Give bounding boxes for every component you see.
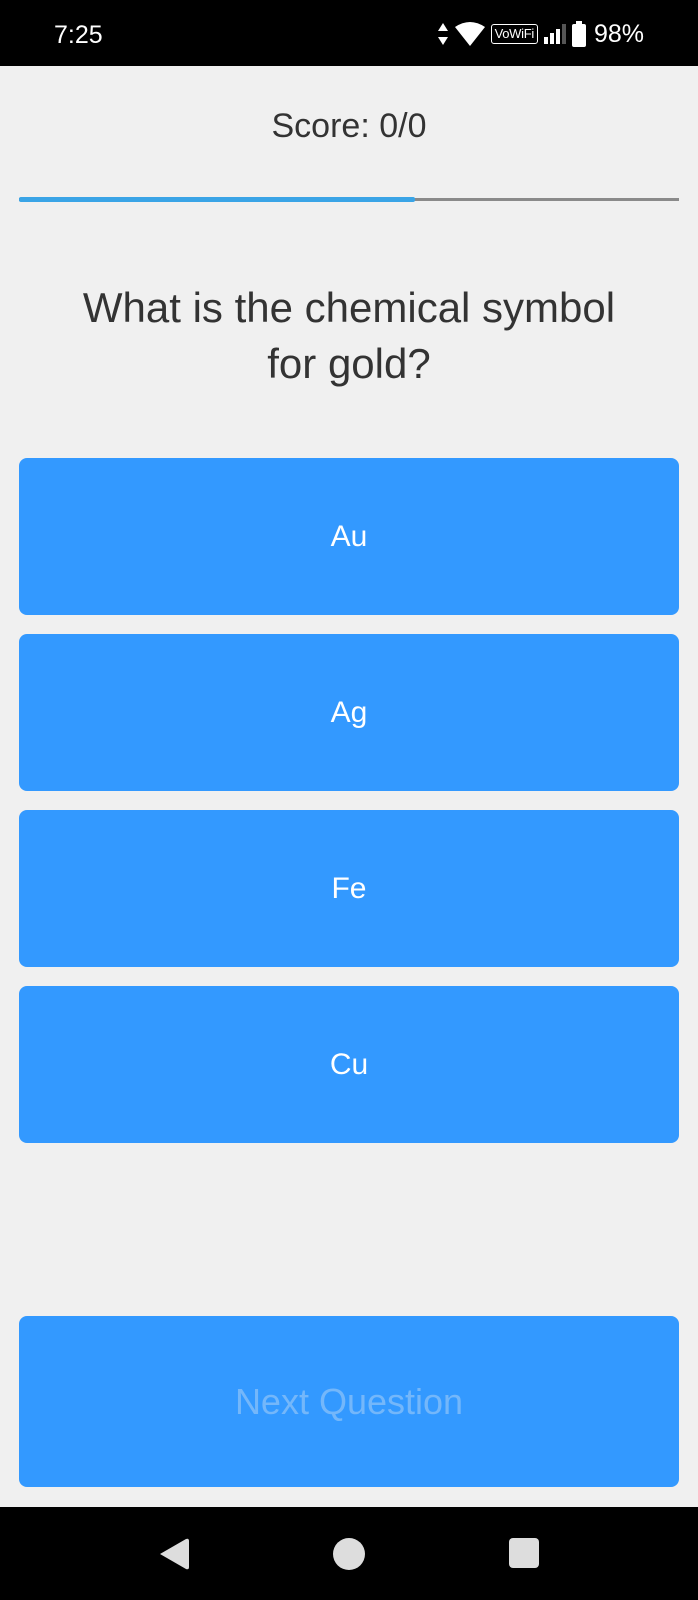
progress-bar <box>19 197 679 202</box>
answer-list: Au Ag Fe Cu <box>19 458 679 1162</box>
home-icon[interactable] <box>332 1537 366 1571</box>
answer-button-4[interactable]: Cu <box>19 986 679 1143</box>
next-question-button[interactable]: Next Question <box>19 1316 679 1487</box>
battery-percent: 98% <box>593 20 644 48</box>
question-text: What is the chemical symbol for gold? <box>82 284 616 387</box>
data-arrows-icon <box>437 23 448 45</box>
status-icons: VoWiFi 98% <box>437 18 644 50</box>
navigation-bar <box>0 1507 698 1600</box>
answer-button-2[interactable]: Ag <box>19 634 679 791</box>
progress-fill <box>19 197 415 202</box>
signal-icon <box>543 24 566 44</box>
wifi-icon <box>454 22 485 46</box>
back-icon[interactable] <box>158 1537 190 1571</box>
answer-button-1[interactable]: Au <box>19 458 679 615</box>
status-bar: 7:25 VoWiFi 98% <box>0 0 698 66</box>
score-label: Score: 0/0 <box>271 107 427 145</box>
battery-icon <box>571 21 586 47</box>
status-time: 7:25 <box>54 21 103 49</box>
vowifi-badge: VoWiFi <box>490 24 538 44</box>
recents-icon[interactable] <box>509 1538 539 1568</box>
answer-button-3[interactable]: Fe <box>19 810 679 967</box>
